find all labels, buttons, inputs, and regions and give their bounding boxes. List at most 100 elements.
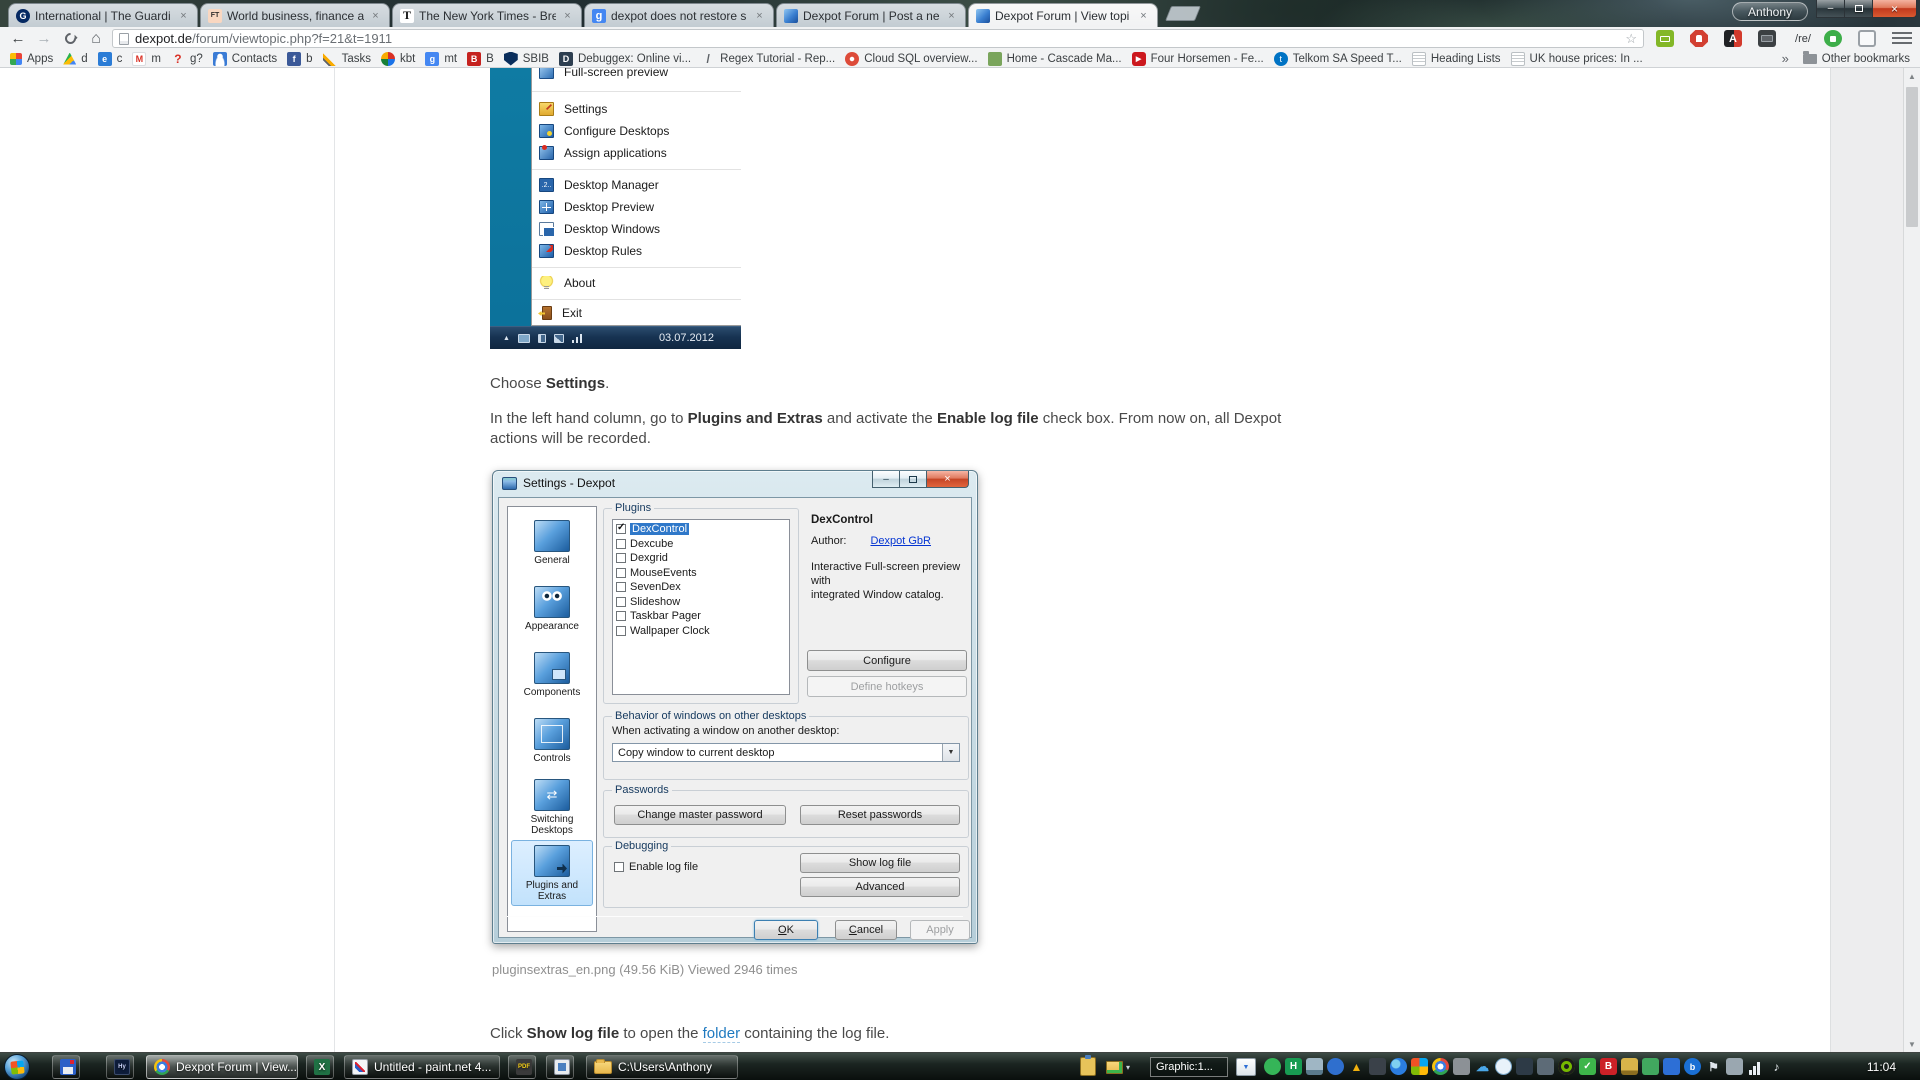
tab-dexpot-viewtopic[interactable]: Dexpot Forum | View topi× <box>968 3 1158 27</box>
nvidia-icon[interactable] <box>1558 1058 1575 1075</box>
close-button[interactable]: × <box>1872 0 1917 18</box>
address-bar[interactable]: dexpot.de/forum/viewtopic.php?f=21&t=191… <box>112 29 1644 48</box>
google-drive-icon[interactable]: ▲ <box>1348 1058 1365 1075</box>
taskbar-pdf-button[interactable] <box>508 1055 536 1079</box>
bookmark-regex[interactable]: /Regex Tutorial - Rep... <box>701 52 835 66</box>
bookmark-cascade[interactable]: Home - Cascade Ma... <box>988 52 1122 66</box>
clipboard-tool-icon[interactable] <box>1080 1057 1096 1076</box>
h-app-icon[interactable]: H <box>1285 1058 1302 1075</box>
taskbar-clock[interactable]: 11:04 <box>1867 1053 1896 1081</box>
bookmark-heading-lists[interactable]: Heading Lists <box>1412 52 1501 66</box>
taskbar-floppy-button[interactable] <box>52 1055 80 1079</box>
bookmarks-overflow-chevron[interactable]: » <box>1782 51 1789 66</box>
back-button[interactable]: ← <box>6 27 30 50</box>
notifier-icon[interactable] <box>1369 1058 1386 1075</box>
windows-update-icon[interactable] <box>1411 1058 1428 1075</box>
onedrive-icon[interactable] <box>1495 1058 1512 1075</box>
network-signal-icon[interactable] <box>1747 1058 1764 1075</box>
bookmark-facebook[interactable]: fb <box>287 52 312 66</box>
page-scrollbar[interactable]: ▲ ▼ <box>1903 68 1920 1052</box>
evernote-icon[interactable] <box>1264 1058 1281 1075</box>
bookmark-apps[interactable]: Apps <box>10 53 53 65</box>
bookmark-contacts[interactable]: Contacts <box>213 52 277 66</box>
device-icon[interactable] <box>1516 1058 1533 1075</box>
extension-window-icon[interactable] <box>1858 30 1876 47</box>
tab-nyt[interactable]: TThe New York Times - Bre× <box>392 3 582 27</box>
volume-icon[interactable]: ♪ <box>1768 1058 1785 1075</box>
scroll-down-icon[interactable]: ▼ <box>1904 1036 1920 1052</box>
bookmark-gmail[interactable]: Mm <box>132 52 161 66</box>
bookmark-tasks[interactable]: Tasks <box>323 52 371 66</box>
forward-button[interactable]: → <box>32 27 56 50</box>
tab-close-icon[interactable]: × <box>1137 10 1150 22</box>
globe-icon[interactable] <box>1390 1058 1407 1075</box>
extension-re-icon[interactable]: /re/ <box>1788 30 1818 47</box>
bookmark-kbt[interactable]: kbt <box>381 52 415 66</box>
tab-ft[interactable]: FTWorld business, finance a× <box>200 3 390 27</box>
restore-button[interactable] <box>1844 0 1873 18</box>
monitor-tray-icon[interactable] <box>1453 1058 1470 1075</box>
home-button[interactable]: ⌂ <box>84 27 108 50</box>
bookmark-c[interactable]: ec <box>98 52 123 66</box>
taskbar-chrome-task[interactable]: Dexpot Forum | View... <box>146 1055 298 1079</box>
new-tab-button[interactable] <box>1165 6 1201 21</box>
financial-times-icon: FT <box>208 9 222 23</box>
dexpot-deskband[interactable]: Graphic:1... <box>1150 1057 1228 1077</box>
extension-wallet-icon[interactable] <box>1758 30 1776 47</box>
tab-close-icon[interactable]: × <box>177 10 190 22</box>
bookmark-telkom[interactable]: tTelkom SA Speed T... <box>1274 52 1402 66</box>
profile-button[interactable]: Anthony <box>1732 2 1808 21</box>
extension-feedback-icon[interactable] <box>1824 30 1842 47</box>
tab-dexpot-post[interactable]: Dexpot Forum | Post a ne× <box>776 3 966 27</box>
taskbar-excel-button[interactable] <box>306 1055 334 1079</box>
tab-close-icon[interactable]: × <box>561 10 574 22</box>
app-icon <box>554 1059 570 1075</box>
bookmark-b[interactable]: BB <box>467 52 494 66</box>
extension-a-icon[interactable]: A <box>1724 30 1742 47</box>
bookmark-youtube[interactable]: ▶Four Horsemen - Fe... <box>1132 52 1264 66</box>
export-folder-icon[interactable]: ▾ <box>1106 1058 1140 1076</box>
folder-link[interactable]: folder <box>703 1025 741 1043</box>
antivirus-shield-icon[interactable]: ✓ <box>1579 1058 1596 1075</box>
bookmark-uk-house[interactable]: UK house prices: In ... <box>1511 52 1643 66</box>
bookmark-drive[interactable]: d <box>63 53 87 65</box>
bookmark-star-icon[interactable]: ☆ <box>1625 31 1637 47</box>
controls-icon <box>534 718 570 750</box>
clipboard-manager-icon[interactable] <box>1621 1058 1638 1075</box>
bluetooth-icon[interactable]: b <box>1684 1058 1701 1075</box>
tab-close-icon[interactable]: × <box>753 10 766 22</box>
tab-close-icon[interactable]: × <box>369 10 382 22</box>
taskbar-app-button[interactable] <box>546 1055 574 1079</box>
tab-guardian[interactable]: GInternational | The Guardi× <box>8 3 198 27</box>
vpn-icon[interactable] <box>1327 1058 1344 1075</box>
bookmark-g[interactable]: ?g? <box>171 52 203 66</box>
tab-google-search[interactable]: gdexpot does not restore s× <box>584 3 774 27</box>
tab-close-icon[interactable]: × <box>945 10 958 22</box>
display-settings-icon[interactable] <box>1306 1058 1323 1075</box>
other-bookmarks-button[interactable]: Other bookmarks <box>1803 53 1910 65</box>
scroll-up-icon[interactable]: ▲ <box>1904 68 1920 84</box>
sync-card-icon[interactable] <box>1642 1058 1659 1075</box>
power-plug-icon[interactable] <box>1726 1058 1743 1075</box>
extension-lastpass-icon[interactable] <box>1656 30 1674 47</box>
taskbar-paintnet-task[interactable]: Untitled - paint.net 4... <box>344 1055 500 1079</box>
chrome-menu-icon[interactable] <box>1892 32 1912 45</box>
bookmark-mt[interactable]: gmt <box>425 52 457 66</box>
bookmark-cloudsql[interactable]: Cloud SQL overview... <box>845 52 977 66</box>
remote-window-icon[interactable] <box>1663 1058 1680 1075</box>
taskbar-explorer-task[interactable]: C:\Users\Anthony <box>586 1055 738 1079</box>
extension-adblock-icon[interactable] <box>1690 30 1708 47</box>
minimize-button[interactable]: – <box>1816 0 1845 18</box>
bookmark-debuggex[interactable]: DDebuggex: Online vi... <box>559 52 691 66</box>
taskbar-terminal-button[interactable] <box>106 1055 134 1079</box>
show-hidden-icons-button[interactable]: ▼ <box>1236 1058 1256 1076</box>
start-button[interactable] <box>4 1054 30 1080</box>
cloud-sync-icon[interactable]: ☁ <box>1474 1058 1491 1075</box>
touch-input-icon[interactable] <box>1537 1058 1554 1075</box>
reload-button[interactable] <box>58 27 82 50</box>
scrollbar-thumb[interactable] <box>1906 87 1918 227</box>
b-app-icon[interactable]: B <box>1600 1058 1617 1075</box>
chrome-tray-icon[interactable] <box>1432 1058 1449 1075</box>
language-flag-icon[interactable]: ⚑ <box>1705 1058 1722 1075</box>
bookmark-sbib[interactable]: SBIB <box>504 52 549 66</box>
